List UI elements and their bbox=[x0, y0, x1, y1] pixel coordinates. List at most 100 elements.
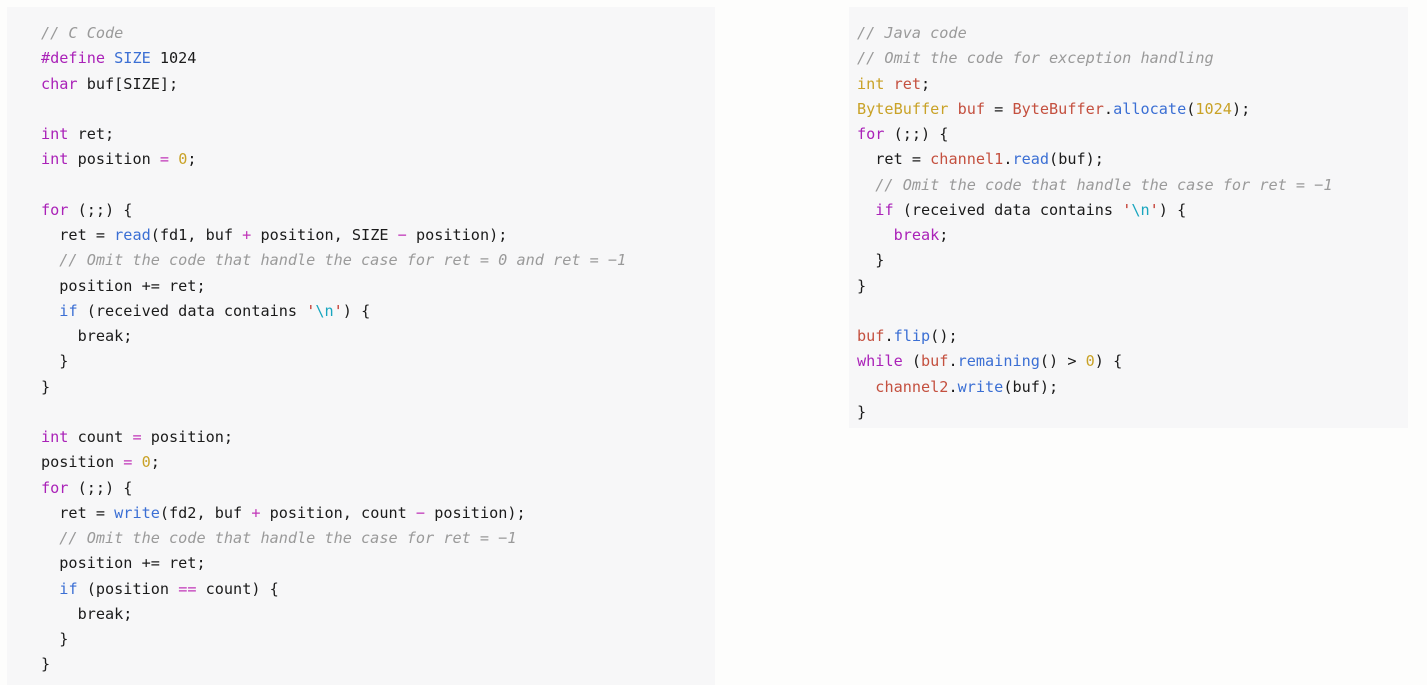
code-token: channel1 bbox=[930, 150, 1004, 169]
code-token: allocate bbox=[1113, 99, 1187, 118]
code-token: (fd1, buf bbox=[150, 226, 243, 244]
code-token: \n bbox=[315, 301, 334, 320]
code-line: // Omit the code for exception handling bbox=[857, 46, 1408, 71]
code-token: ( bbox=[902, 352, 922, 371]
code-line: int ret; bbox=[857, 72, 1408, 97]
code-token: } bbox=[41, 630, 69, 648]
code-line: } bbox=[857, 248, 1408, 273]
code-token: ; bbox=[939, 226, 949, 244]
code-token: // Omit the code that handle the case fo… bbox=[857, 175, 1333, 194]
code-token: ) { bbox=[1158, 200, 1187, 219]
code-token: 0 bbox=[141, 453, 151, 472]
code-line: // Java code bbox=[857, 21, 1408, 46]
code-line: } bbox=[857, 400, 1408, 425]
code-token: ) { bbox=[342, 301, 371, 320]
code-line: if (position == count) { bbox=[41, 577, 715, 602]
java-code-block[interactable]: // Java code // Omit the code for excepti… bbox=[857, 21, 1408, 425]
code-token: (;;) { bbox=[68, 200, 133, 219]
code-token: int bbox=[41, 150, 69, 169]
code-line: for (;;) { bbox=[41, 198, 715, 223]
c-code-block[interactable]: // C Code #define SIZE 1024 char buf[SIZE]… bbox=[41, 21, 715, 678]
code-comparison-stage: // C Code #define SIZE 1024 char buf[SIZE]… bbox=[0, 0, 1427, 685]
code-token: ret bbox=[893, 74, 922, 93]
code-token: int bbox=[857, 74, 885, 93]
code-token: for bbox=[857, 125, 885, 143]
code-token: count bbox=[68, 428, 133, 446]
code-token: position += ret; bbox=[41, 276, 206, 295]
code-token: read bbox=[114, 226, 151, 244]
code-token: ) { bbox=[1094, 352, 1123, 371]
code-token: (received data contains bbox=[77, 301, 307, 320]
code-token: (;;) { bbox=[884, 125, 949, 143]
code-line: int ret; bbox=[41, 122, 715, 147]
code-token: ; bbox=[187, 150, 197, 169]
code-token: . bbox=[948, 352, 958, 371]
code-line: // C Code bbox=[41, 21, 715, 46]
code-line: } bbox=[41, 652, 715, 677]
code-line: ret = channel1.read(buf); bbox=[857, 147, 1408, 172]
code-token: count) { bbox=[196, 579, 279, 598]
code-token: break; bbox=[41, 327, 133, 345]
code-token: = bbox=[985, 99, 1013, 118]
code-line: ret = read(fd1, buf + position, SIZE − p… bbox=[41, 223, 715, 248]
code-token: + bbox=[242, 226, 252, 244]
code-line: // Omit the code that handle the case fo… bbox=[41, 526, 715, 551]
code-token: position, SIZE bbox=[251, 226, 398, 244]
code-token: break; bbox=[41, 604, 133, 623]
code-token: channel2 bbox=[875, 377, 949, 396]
code-token: position); bbox=[425, 503, 526, 522]
code-line: } bbox=[857, 274, 1408, 299]
code-token: = bbox=[132, 428, 142, 446]
code-token: . bbox=[1103, 99, 1114, 118]
code-line: break; bbox=[41, 324, 715, 349]
code-token: #define bbox=[41, 49, 115, 68]
code-token: buf[SIZE]; bbox=[77, 74, 179, 93]
code-line: } bbox=[41, 375, 715, 400]
code-token: read bbox=[1012, 150, 1050, 169]
code-line: position += ret; bbox=[41, 274, 715, 299]
code-token: 0 bbox=[1085, 352, 1095, 371]
code-token: 0 bbox=[178, 150, 188, 169]
code-token: == bbox=[178, 579, 197, 598]
code-token: for bbox=[41, 200, 69, 219]
code-token: position; bbox=[141, 428, 234, 446]
code-token: ret = bbox=[857, 150, 931, 169]
code-line: } bbox=[41, 349, 715, 374]
code-token: if bbox=[59, 579, 78, 598]
code-token: (); bbox=[930, 327, 958, 345]
code-token: = bbox=[159, 150, 170, 169]
code-token: (buf); bbox=[1049, 150, 1104, 169]
code-line: channel2.write(buf); bbox=[857, 375, 1408, 400]
code-token: ' bbox=[1149, 200, 1159, 219]
code-token: remaining bbox=[957, 352, 1040, 371]
code-line: for (;;) { bbox=[41, 476, 715, 501]
code-token: position bbox=[41, 453, 124, 472]
code-token: } bbox=[857, 251, 885, 270]
code-token: ' bbox=[333, 301, 343, 320]
code-token: } bbox=[857, 276, 867, 295]
code-token: if bbox=[59, 301, 78, 320]
code-line: for (;;) { bbox=[857, 122, 1408, 147]
code-line: position = 0; bbox=[41, 450, 715, 475]
code-token: () > bbox=[1039, 352, 1086, 371]
code-token: } bbox=[857, 402, 867, 421]
java-code-panel: // Java code // Omit the code for excepti… bbox=[849, 7, 1408, 428]
code-token: char bbox=[41, 74, 78, 93]
code-token: . bbox=[884, 327, 894, 345]
code-token: ByteBuffer bbox=[1012, 99, 1104, 118]
code-line: } bbox=[41, 627, 715, 652]
code-token: write bbox=[957, 377, 1004, 396]
c-code-panel: // C Code #define SIZE 1024 char buf[SIZE]… bbox=[7, 7, 715, 685]
code-token: ' bbox=[306, 301, 316, 320]
code-line: ByteBuffer buf = ByteBuffer.allocate(102… bbox=[857, 97, 1408, 122]
code-token: } bbox=[41, 377, 51, 396]
code-token: break bbox=[893, 226, 940, 244]
